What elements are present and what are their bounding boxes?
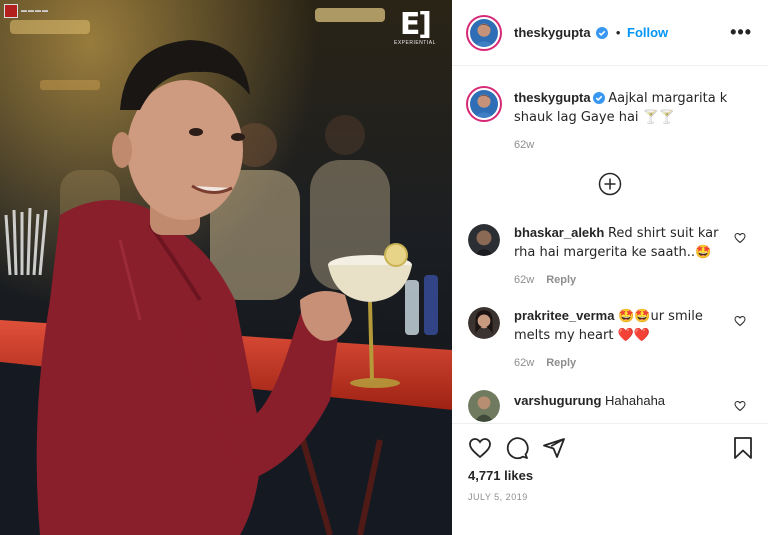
verified-badge-icon [596,27,609,39]
post-photo[interactable]: ▬▬▬▬ E] EXPERIENTIAL [0,0,452,535]
post-header: theskygupta • Follow ••• [452,0,768,66]
comment-username[interactable]: prakritee_verma [514,308,614,323]
comment-body: bhaskar_alekh Red shirt suit kar rha hai… [514,224,724,262]
more-options-icon[interactable]: ••• [730,22,752,43]
author-username[interactable]: theskygupta [514,25,591,40]
studio-watermark: E] EXPERIENTIAL [394,7,436,47]
comment-like-heart-icon[interactable] [734,400,746,412]
comment-like-heart-icon[interactable] [734,315,746,327]
instagram-post: ▬▬▬▬ E] EXPERIENTIAL theskygupta • Follo… [0,0,768,535]
post-date[interactable]: JULY 5, 2019 [468,492,528,502]
heart-outline-icon[interactable] [468,436,492,460]
comment-like-heart-icon[interactable] [734,232,746,244]
comment-avatar[interactable] [468,390,500,422]
comment-meta: 62w Reply [514,357,576,369]
comment-timestamp[interactable]: 62w [514,274,534,286]
comment-avatar-image [468,224,500,256]
caption-avatar-image [470,90,498,118]
comment-timestamp[interactable]: 62w [514,357,534,369]
comment-meta: 62w Reply [514,274,576,286]
likes-count[interactable]: 4,771 likes [468,468,533,483]
watermark-subtext: EXPERIENTIAL [394,40,436,46]
post-side-panel: theskygupta • Follow ••• theskygupta Aaj… [452,0,768,535]
plus-circle-icon[interactable] [598,172,622,196]
caption-avatar[interactable] [466,86,502,122]
comment-text: Hahahaha [605,393,666,408]
author-avatar-image [470,19,498,47]
studio-logo-text: ▬▬▬▬ [21,8,49,14]
comment-avatar-image [468,390,500,422]
caption-username[interactable]: theskygupta [514,90,591,105]
studio-logo-mark [4,4,18,18]
header-name-row: theskygupta • Follow [514,25,668,40]
comment-avatar-image [468,307,500,339]
caption-body: theskygupta Aajkal margarita k shauk lag… [514,89,754,127]
comment-body: varshugurung Hahahaha [514,392,724,410]
paper-plane-icon[interactable] [542,436,566,460]
photo-illustration [0,0,452,535]
studio-logo-left: ▬▬▬▬ [4,4,49,18]
comment-avatar[interactable] [468,307,500,339]
speech-bubble-icon[interactable] [505,436,529,460]
reply-button[interactable]: Reply [546,357,576,369]
author-avatar[interactable] [466,15,502,51]
comment-username[interactable]: bhaskar_alekh [514,225,604,240]
bookmark-icon[interactable] [732,436,754,460]
post-actions: 4,771 likes JULY 5, 2019 [452,423,768,535]
caption-verified-badge-icon [592,92,605,104]
comment-avatar[interactable] [468,224,500,256]
watermark-logo: E] [399,7,432,42]
follow-button[interactable]: Follow [627,25,668,40]
caption-timestamp[interactable]: 62w [514,139,534,151]
header-separator: • [615,25,621,40]
reply-button[interactable]: Reply [546,274,576,286]
comment-username[interactable]: varshugurung [514,393,601,408]
comment-body: prakritee_verma 🤩🤩ur smile melts my hear… [514,307,724,345]
